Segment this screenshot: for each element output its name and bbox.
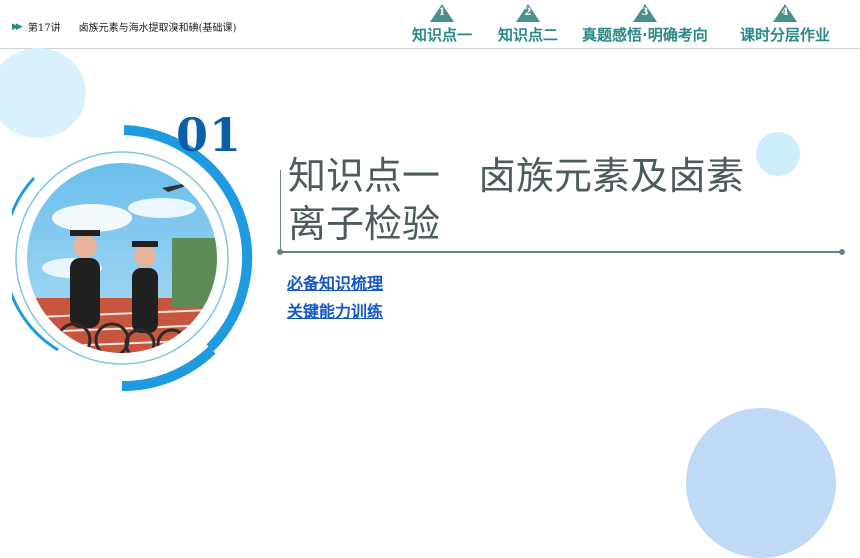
top-bar: ▶▶ 第17讲 卤族元素与海水提取溴和碘(基础课) 1 知识点一 2 知识点二 … [0, 0, 860, 49]
title-vertical-rule [280, 170, 281, 252]
nav-number: 4 [781, 7, 789, 18]
nav-number: 1 [438, 7, 446, 18]
link-key-ability-training[interactable]: 关键能力训练 [287, 298, 383, 322]
lesson-number: 第17讲 [27, 23, 61, 34]
page-title: 知识点一 卤族元素及卤素 离子检验 [288, 154, 745, 246]
triangle-marker-icon: 2 [516, 4, 540, 22]
nav-number: 3 [641, 7, 649, 18]
nav-label: 知识点二 [498, 26, 559, 44]
title-divider [277, 249, 845, 255]
section-number: 01 [176, 108, 243, 162]
triangle-marker-icon: 1 [430, 4, 454, 22]
nav-label: 真题感悟·明确考向 [582, 26, 708, 44]
nav-item-1[interactable]: 1 知识点一 [412, 4, 472, 45]
nav-item-4[interactable]: 4 课时分层作业 [740, 4, 830, 45]
nav-label: 课时分层作业 [740, 26, 831, 44]
nav-item-2[interactable]: 2 知识点二 [498, 4, 558, 45]
link-essential-knowledge[interactable]: 必备知识梳理 [287, 270, 383, 294]
double-arrow-icon: ▶▶ [12, 21, 23, 32]
triangle-marker-icon: 3 [632, 4, 657, 22]
breadcrumb: ▶▶ 第17讲 卤族元素与海水提取溴和碘(基础课) [12, 19, 237, 35]
triangle-marker-icon: 4 [773, 4, 797, 22]
lesson-title: 卤族元素与海水提取溴和碘(基础课) [78, 23, 237, 34]
nav-item-3[interactable]: 3 真题感悟·明确考向 [582, 4, 708, 45]
nav-label: 知识点一 [412, 26, 473, 44]
decorative-circle-bottom-right [686, 408, 836, 558]
nav-number: 2 [524, 7, 532, 18]
